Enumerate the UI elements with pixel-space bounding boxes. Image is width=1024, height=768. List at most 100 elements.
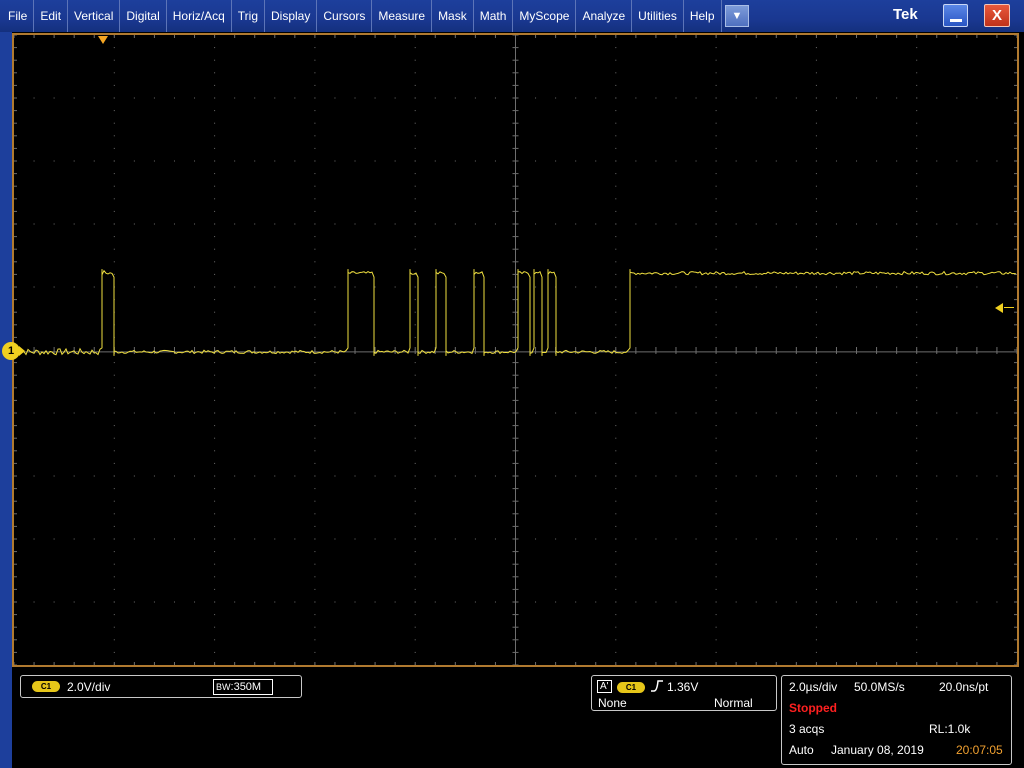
trigger-run-mode: Auto — [789, 743, 814, 757]
menu-help[interactable]: Help — [684, 0, 722, 32]
menu-vertical[interactable]: Vertical — [68, 0, 121, 32]
grid-dot — [916, 273, 918, 275]
menu-file[interactable]: File — [0, 0, 35, 32]
grid-dot — [394, 286, 396, 288]
menu-dropdown-button[interactable]: ▼ — [725, 5, 749, 27]
grid-dot — [314, 500, 316, 502]
grid-dot — [896, 223, 898, 225]
grid-dot — [916, 336, 918, 338]
grid-dot — [555, 475, 557, 477]
grid-dot — [314, 551, 316, 553]
menu-analyze[interactable]: Analyze — [576, 0, 633, 32]
grid-dot — [214, 462, 216, 464]
grid-dot — [113, 601, 115, 603]
channel1-ground-marker[interactable]: 1 — [2, 342, 20, 360]
grid-dot — [715, 336, 717, 338]
grid-dot — [414, 588, 416, 590]
grid-dot — [314, 513, 316, 515]
trigger-readout[interactable]: A' C1 1.36V None Normal — [591, 675, 777, 711]
grid-dot — [434, 223, 436, 225]
grid-dot — [274, 97, 276, 99]
vertical-readout[interactable]: C1 2.0V/div BW:350M — [20, 675, 302, 698]
grid-dot — [414, 563, 416, 565]
menu-mask[interactable]: Mask — [432, 0, 474, 32]
grid-dot — [494, 160, 496, 162]
grid-dot — [916, 223, 918, 225]
grid-dot — [615, 223, 617, 225]
menu-utilities[interactable]: Utilities — [632, 0, 684, 32]
grid-dot — [916, 160, 918, 162]
grid-dot — [715, 311, 717, 313]
grid-dot — [795, 412, 797, 414]
grid-dot — [414, 601, 416, 603]
menu-horiz-acq[interactable]: Horiz/Acq — [167, 0, 232, 32]
grid-dot — [715, 223, 717, 225]
minimize-button[interactable] — [943, 4, 968, 27]
grid-dot — [815, 72, 817, 74]
grid-dot — [996, 160, 998, 162]
grid-dot — [113, 588, 115, 590]
close-button[interactable]: X — [984, 4, 1010, 27]
grid-dot — [815, 135, 817, 137]
grid-dot — [835, 97, 837, 99]
grid-dot — [715, 626, 717, 628]
menu-cursors[interactable]: Cursors — [317, 0, 373, 32]
grid-dot — [715, 462, 717, 464]
rising-edge-icon — [650, 679, 664, 696]
grid-dot — [494, 475, 496, 477]
grid-dot — [214, 59, 216, 61]
grid-dot — [715, 72, 717, 74]
grid-dot — [113, 273, 115, 275]
grid-dot — [715, 399, 717, 401]
grid-dot — [615, 639, 617, 641]
menu-digital[interactable]: Digital — [120, 0, 167, 32]
grid-dot — [334, 97, 336, 99]
trigger-level-marker[interactable] — [995, 303, 1003, 313]
grid-dot — [314, 437, 316, 439]
grid-dot — [916, 173, 918, 175]
grid-dot — [494, 97, 496, 99]
grid-dot — [635, 475, 637, 477]
menu-edit[interactable]: Edit — [34, 0, 69, 32]
grid-dot — [314, 223, 316, 225]
grid-dot — [314, 576, 316, 578]
grid-dot — [474, 538, 476, 540]
grid-dot — [876, 475, 878, 477]
grid-dot — [113, 525, 115, 527]
grid-dot — [274, 160, 276, 162]
grid-dot — [153, 223, 155, 225]
grid-dot — [635, 160, 637, 162]
trigger-position-marker[interactable] — [98, 36, 108, 44]
grid-dot — [254, 160, 256, 162]
grid-dot — [936, 538, 938, 540]
grid-dot — [53, 97, 55, 99]
time: 20:07:05 — [956, 743, 1003, 757]
horizontal-acq-readout[interactable]: 2.0µs/div 50.0MS/s 20.0ns/pt Stopped 3 a… — [781, 675, 1012, 765]
waveform-display[interactable] — [12, 33, 1019, 667]
menu-display[interactable]: Display — [265, 0, 318, 32]
menu-measure[interactable]: Measure — [372, 0, 433, 32]
menu-trig[interactable]: Trig — [232, 0, 265, 32]
grid-dot — [133, 97, 135, 99]
grid-dot — [795, 97, 797, 99]
grid-dot — [815, 198, 817, 200]
grid-dot — [173, 538, 175, 540]
menu-math[interactable]: Math — [474, 0, 514, 32]
grid-dot — [334, 412, 336, 414]
menu-myscope[interactable]: MyScope — [513, 0, 577, 32]
grid-dot — [414, 198, 416, 200]
grid-dot — [715, 299, 717, 301]
grid-dot — [214, 538, 216, 540]
grid-dot — [815, 588, 817, 590]
grid-dot — [394, 223, 396, 225]
grid-dot — [715, 173, 717, 175]
grid-dot — [815, 601, 817, 603]
grid-dot — [896, 412, 898, 414]
grid-dot — [113, 462, 115, 464]
grid-dot — [535, 412, 537, 414]
grid-dot — [635, 538, 637, 540]
grid-dot — [615, 97, 617, 99]
grid-dot — [33, 97, 35, 99]
grid-dot — [454, 601, 456, 603]
grid-dot — [815, 387, 817, 389]
